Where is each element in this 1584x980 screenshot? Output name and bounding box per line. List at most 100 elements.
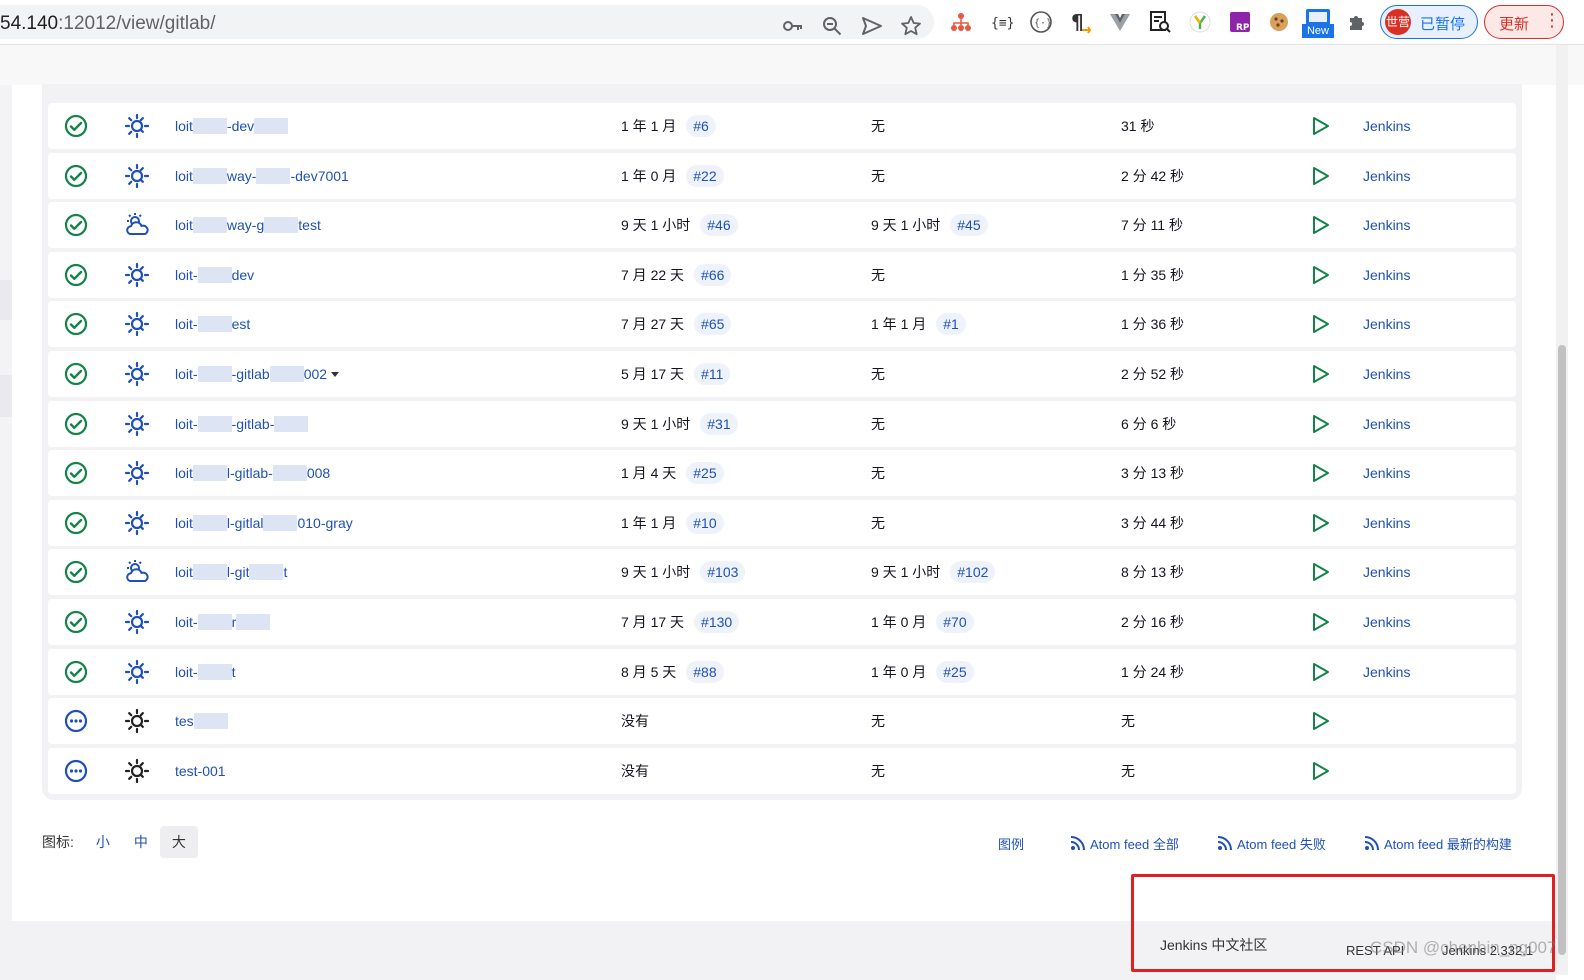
play-build-icon[interactable] (1310, 450, 1330, 496)
last-failure-text: 无 (871, 465, 885, 481)
build-number-link[interactable]: #46 (700, 214, 738, 236)
job-name-link[interactable]: loit-dev (175, 252, 254, 298)
rp-extension-icon[interactable]: RP (1228, 10, 1252, 34)
last-duration-text: 8 分 13 秒 (1121, 564, 1185, 580)
new-extension[interactable]: New (1302, 8, 1334, 40)
play-build-icon[interactable] (1310, 599, 1330, 645)
build-number-link[interactable]: #65 (694, 313, 732, 335)
job-name-link[interactable]: test-001 (175, 748, 226, 794)
build-number-link[interactable]: #6 (686, 115, 716, 137)
scrollbar-thumb[interactable] (1558, 345, 1566, 955)
build-number-link[interactable]: #102 (950, 561, 996, 583)
sunny-weather-icon (124, 748, 150, 794)
node-link[interactable]: Jenkins (1363, 301, 1410, 347)
build-number-link[interactable]: #31 (700, 413, 738, 435)
node-link[interactable]: Jenkins (1363, 252, 1410, 298)
job-name-link[interactable]: loit l-gitlal 010-gray (175, 500, 353, 546)
redacted-text (192, 465, 227, 481)
job-name-link[interactable]: loit- -gitlab 002 (175, 351, 340, 397)
play-build-icon[interactable] (1310, 103, 1330, 149)
build-number-link[interactable]: #88 (686, 661, 724, 683)
play-build-icon[interactable] (1310, 351, 1330, 397)
update-button[interactable]: 更新 ⋮ (1484, 5, 1564, 39)
puzzle-extensions-icon[interactable] (1346, 10, 1370, 34)
yapi-extension-icon[interactable] (1188, 10, 1212, 34)
icon-size-small[interactable]: 小 (84, 826, 122, 858)
node-link[interactable]: Jenkins (1363, 649, 1410, 695)
play-build-icon[interactable] (1310, 748, 1330, 794)
build-number-link[interactable]: #25 (686, 462, 724, 484)
table-row: loit- -gitlab- 9 天 1 小时 #31 无 6 分 6 秒 Jenkins (48, 401, 1516, 447)
last-failure-text: 9 天 1 小时 (871, 217, 941, 233)
last-duration: 1 分 24 秒 (1121, 649, 1184, 695)
node-link[interactable]: Jenkins (1363, 103, 1410, 149)
key-icon[interactable] (782, 15, 804, 37)
job-name-link[interactable]: loit l-gitlab- 008 (175, 450, 330, 496)
node-link[interactable]: Jenkins (1363, 599, 1410, 645)
last-duration-text: 3 分 44 秒 (1121, 515, 1185, 531)
last-failure-text: 无 (871, 168, 885, 184)
job-name-part: loit (175, 465, 193, 481)
job-name-link[interactable]: loit-dev (175, 103, 289, 149)
job-name-link[interactable]: loit-est (175, 301, 250, 347)
url-text[interactable]: 54.140:12012/view/gitlab/ (0, 13, 216, 35)
chevron-down-icon[interactable] (331, 371, 340, 377)
redacted-text (197, 664, 232, 680)
job-name-link[interactable]: loit l-git t (175, 549, 287, 595)
job-name-link[interactable]: loit way-g test (175, 202, 321, 248)
play-build-icon[interactable] (1310, 401, 1330, 447)
address-bar[interactable]: 54.140:12012/view/gitlab/ (0, 5, 934, 39)
build-number-link[interactable]: #25 (936, 661, 974, 683)
send-icon[interactable] (861, 15, 883, 37)
pilcrow-extension-icon[interactable]: ¶ (1068, 10, 1092, 34)
play-build-icon[interactable] (1310, 252, 1330, 298)
job-name-link[interactable]: loit-r (175, 599, 271, 645)
build-number-link[interactable]: #11 (694, 363, 731, 385)
zoom-out-icon[interactable] (821, 15, 843, 37)
node-link[interactable]: Jenkins (1363, 401, 1410, 447)
sitemap-extension-icon[interactable] (949, 10, 973, 34)
job-name-link[interactable]: loit- -gitlab- (175, 401, 309, 447)
node-link[interactable]: Jenkins (1363, 450, 1410, 496)
cookie-extension-icon[interactable] (1267, 10, 1291, 34)
job-name-link[interactable]: tes (175, 698, 228, 744)
legend-link[interactable]: 图例 (998, 832, 1024, 854)
search-doc-extension-icon[interactable] (1148, 10, 1172, 34)
feed-latest-link[interactable]: Atom feed 最新的构建 (1364, 832, 1512, 854)
feed-all-link[interactable]: Atom feed 全部 (1070, 832, 1179, 854)
node-link[interactable]: Jenkins (1363, 500, 1410, 546)
menu-dots-icon[interactable]: ⋮ (1543, 10, 1561, 31)
play-build-icon[interactable] (1310, 202, 1330, 248)
node-link[interactable]: Jenkins (1363, 202, 1410, 248)
job-name-link[interactable]: loit way- -dev7001 (175, 153, 349, 199)
job-name-link[interactable]: loit-t (175, 649, 235, 695)
play-build-icon[interactable] (1310, 153, 1330, 199)
icon-size-medium[interactable]: 中 (122, 826, 160, 858)
vue-extension-icon[interactable] (1108, 10, 1132, 34)
play-build-icon[interactable] (1310, 698, 1330, 744)
play-build-icon[interactable] (1310, 649, 1330, 695)
json-extension-icon[interactable]: {≡} (989, 10, 1013, 34)
build-number-link[interactable]: #66 (694, 264, 732, 286)
build-number-link[interactable]: #45 (950, 214, 988, 236)
last-failure: 无 (871, 500, 885, 546)
build-number-link[interactable]: #10 (686, 512, 724, 534)
last-failure-text: 无 (871, 267, 885, 283)
code-circle-extension-icon[interactable]: {·} (1029, 10, 1053, 34)
feed-failed-link[interactable]: Atom feed 失败 (1217, 832, 1326, 854)
node-link[interactable]: Jenkins (1363, 153, 1410, 199)
profile-button[interactable]: 世营 已暂停 (1380, 5, 1478, 39)
build-number-link[interactable]: #1 (936, 313, 966, 335)
play-build-icon[interactable] (1310, 500, 1330, 546)
node-link[interactable]: Jenkins (1363, 549, 1410, 595)
build-number-link[interactable]: #22 (686, 165, 724, 187)
redacted-text (197, 614, 232, 630)
star-icon[interactable] (900, 15, 922, 37)
play-build-icon[interactable] (1310, 549, 1330, 595)
build-number-link[interactable]: #103 (700, 561, 746, 583)
build-number-link[interactable]: #70 (936, 611, 974, 633)
icon-size-large[interactable]: 大 (159, 826, 198, 858)
node-link[interactable]: Jenkins (1363, 351, 1410, 397)
build-number-link[interactable]: #130 (694, 611, 740, 633)
play-build-icon[interactable] (1310, 301, 1330, 347)
